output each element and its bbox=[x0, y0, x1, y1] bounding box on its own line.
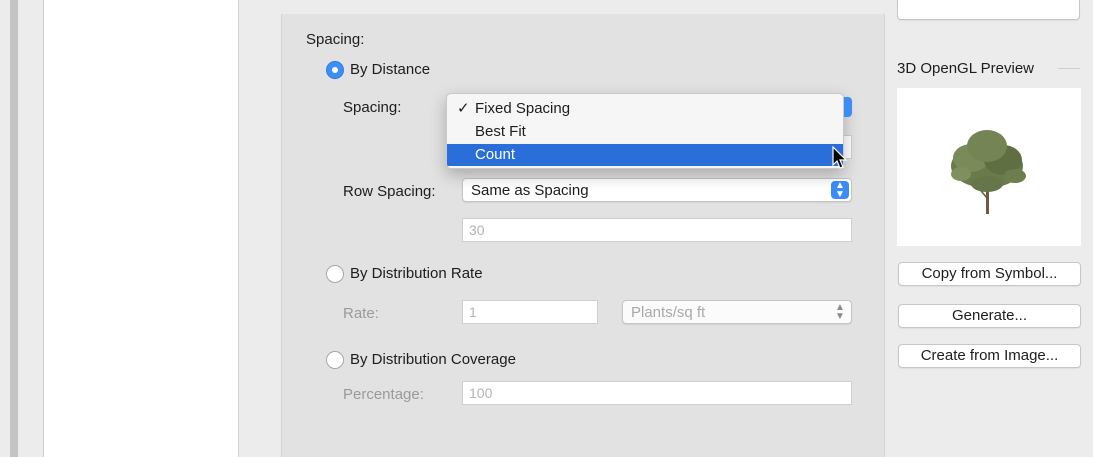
chevron-up-down-icon: ▲ ▼ bbox=[835, 302, 845, 322]
row-spacing-label: Row Spacing: bbox=[343, 183, 436, 200]
divider bbox=[1058, 68, 1080, 69]
menu-item-label: Fixed Spacing bbox=[475, 100, 571, 117]
by-distribution-coverage-label[interactable]: By Distribution Coverage bbox=[350, 351, 516, 368]
spacing-dropdown-menu[interactable]: ✓ Fixed Spacing Best Fit Count bbox=[446, 93, 844, 169]
rate-unit-value: Plants/sq ft bbox=[631, 304, 706, 321]
menu-item-label: Best Fit bbox=[475, 123, 526, 140]
by-distribution-rate-radio[interactable] bbox=[326, 265, 344, 283]
top-cut-button[interactable] bbox=[897, 0, 1080, 20]
spacing-heading: Spacing: bbox=[306, 31, 365, 48]
window-border bbox=[10, 0, 18, 457]
row-spacing-value: Same as Spacing bbox=[471, 182, 589, 199]
by-distance-radio[interactable] bbox=[326, 61, 344, 79]
preview-title: 3D OpenGL Preview bbox=[897, 60, 1035, 77]
menu-item-count[interactable]: Count bbox=[447, 144, 843, 166]
opengl-preview bbox=[897, 88, 1081, 246]
by-distribution-coverage-radio[interactable] bbox=[326, 351, 344, 369]
percentage-field[interactable]: 100 bbox=[462, 381, 852, 405]
mouse-cursor-icon bbox=[832, 146, 848, 169]
spacing-label: Spacing: bbox=[343, 99, 402, 116]
tree-icon bbox=[951, 130, 1026, 214]
checkmark-icon: ✓ bbox=[457, 100, 470, 117]
by-distance-label[interactable]: By Distance bbox=[350, 61, 430, 78]
menu-item-label: Count bbox=[475, 146, 516, 163]
percentage-label: Percentage: bbox=[343, 386, 424, 403]
row-spacing-field[interactable]: 30 bbox=[462, 218, 852, 242]
spacing-popup-stepper[interactable] bbox=[844, 97, 852, 117]
copy-from-symbol-button[interactable]: Copy from Symbol... bbox=[898, 262, 1081, 286]
by-distribution-rate-label[interactable]: By Distribution Rate bbox=[350, 265, 483, 282]
rate-unit-popup[interactable]: Plants/sq ft ▲ ▼ bbox=[622, 300, 852, 324]
chevron-up-down-icon: ▲ ▼ bbox=[831, 181, 849, 200]
generate-button[interactable]: Generate... bbox=[898, 304, 1081, 328]
menu-item-best-fit[interactable]: Best Fit bbox=[447, 121, 843, 143]
row-spacing-popup[interactable]: Same as Spacing ▲ ▼ bbox=[462, 178, 852, 202]
menu-item-fixed-spacing[interactable]: ✓ Fixed Spacing bbox=[447, 98, 843, 120]
left-pane bbox=[44, 0, 238, 457]
rate-label: Rate: bbox=[343, 305, 379, 322]
rate-field[interactable]: 1 bbox=[462, 300, 598, 324]
pane-divider[interactable] bbox=[238, 0, 239, 457]
create-from-image-button[interactable]: Create from Image... bbox=[898, 344, 1081, 368]
